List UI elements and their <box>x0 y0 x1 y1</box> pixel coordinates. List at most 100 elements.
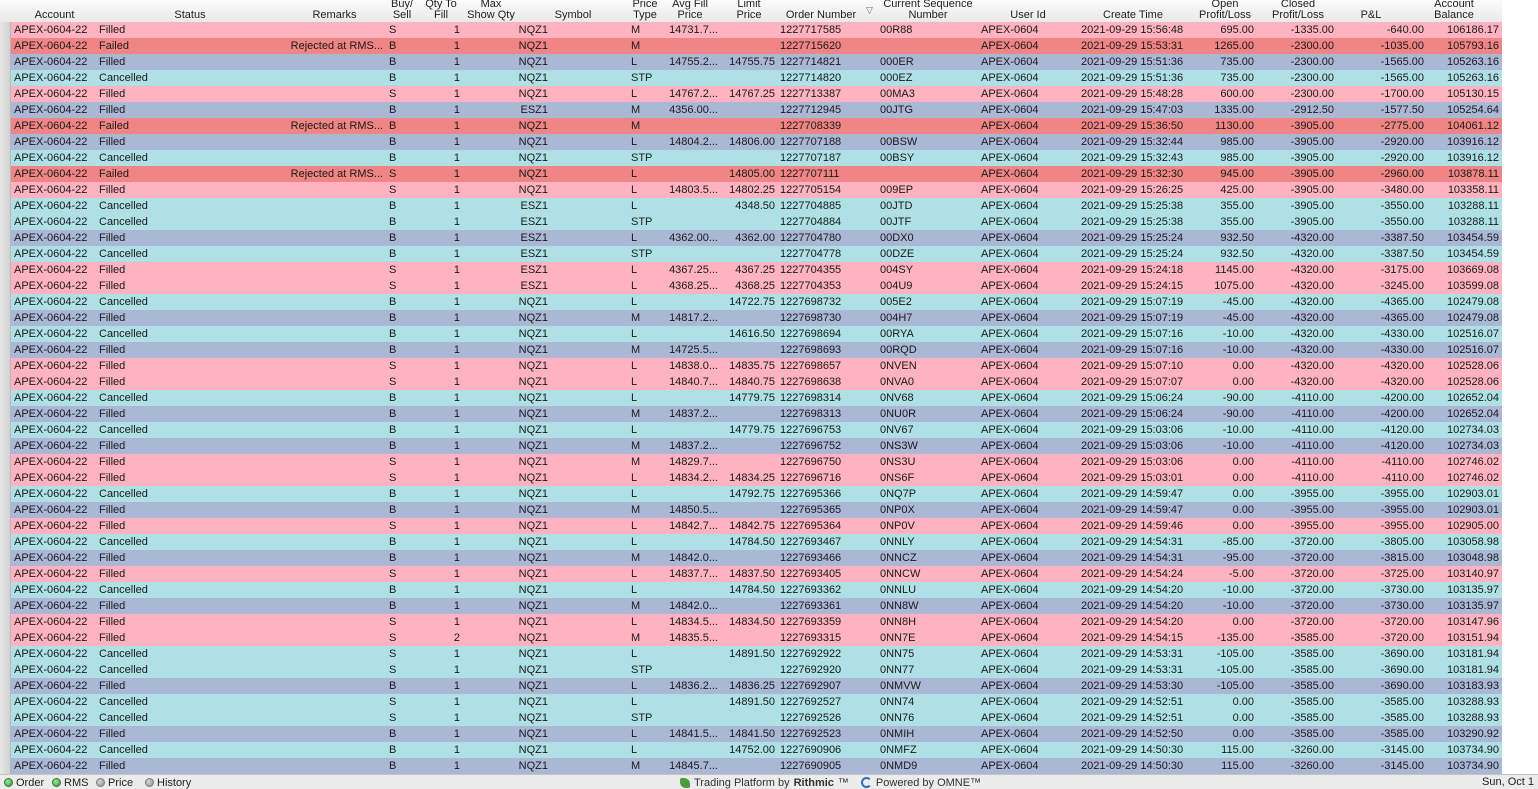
row-handle[interactable] <box>0 230 11 246</box>
table-row[interactable]: APEX-0604-22 Filled B 1 ESZ1 M 4356.00... 12277… <box>0 102 1502 118</box>
row-handle[interactable] <box>0 726 11 742</box>
table-row[interactable]: APEX-0604-22 Filled B 1 NQZ1 L 14841.5... 14841… <box>0 726 1502 742</box>
row-handle[interactable] <box>0 326 11 342</box>
row-handle[interactable] <box>0 342 11 358</box>
row-handle[interactable] <box>0 102 11 118</box>
table-row[interactable]: APEX-0604-22 Filled S 1 NQZ1 L 14840.7... 14840… <box>0 374 1502 390</box>
sort-descending-icon[interactable]: ▽ <box>866 5 873 16</box>
table-row[interactable]: APEX-0604-22 Filled B 1 NQZ1 M 14850.5... 12276… <box>0 502 1502 518</box>
row-handle[interactable] <box>0 694 11 710</box>
table-row[interactable]: APEX-0604-22 Cancelled S 1 NQZ1 L 14891.50 1227… <box>0 694 1502 710</box>
table-row[interactable]: APEX-0604-22 Cancelled S 1 NQZ1 STP 1227692920… <box>0 662 1502 678</box>
row-handle[interactable] <box>0 662 11 678</box>
row-handle[interactable] <box>0 422 11 438</box>
table-row[interactable]: APEX-0604-22 Cancelled B 1 NQZ1 STP 1227707187… <box>0 150 1502 166</box>
table-row[interactable]: APEX-0604-22 Filled S 1 NQZ1 L 14834.5... 14834… <box>0 614 1502 630</box>
table-row[interactable]: APEX-0604-22 Filled S 1 NQZ1 L 14842.7... 14842… <box>0 518 1502 534</box>
table-row[interactable]: APEX-0604-22 Cancelled B 1 NQZ1 L 14722.75 1227… <box>0 294 1502 310</box>
row-handle[interactable] <box>0 70 11 86</box>
row-handle[interactable] <box>0 710 11 726</box>
table-row[interactable]: APEX-0604-22 Failed Rejected at RMS... B 1 NQ… <box>0 118 1502 134</box>
row-handle[interactable] <box>0 438 11 454</box>
status-order[interactable]: Order <box>4 776 44 789</box>
table-row[interactable]: APEX-0604-22 Filled B 1 NQZ1 M 14845.7... 12276… <box>0 758 1502 774</box>
row-handle[interactable] <box>0 198 11 214</box>
header-account[interactable]: Account <box>12 0 97 22</box>
table-row[interactable]: APEX-0604-22 Filled B 1 NQZ1 L 14804.2... 14806… <box>0 134 1502 150</box>
table-row[interactable]: APEX-0604-22 Cancelled B 1 ESZ1 STP 1227704778… <box>0 246 1502 262</box>
row-handle[interactable] <box>0 406 11 422</box>
row-handle[interactable] <box>0 486 11 502</box>
row-handle[interactable] <box>0 262 11 278</box>
row-handle[interactable] <box>0 614 11 630</box>
table-row[interactable]: APEX-0604-22 Filled S 1 NQZ1 M 14829.7... 12276… <box>0 454 1502 470</box>
table-row[interactable]: APEX-0604-22 Cancelled B 1 NQZ1 L 14779.75 1227… <box>0 422 1502 438</box>
row-handle[interactable] <box>0 86 11 102</box>
header-price-type[interactable]: Price Type <box>628 0 662 22</box>
table-row[interactable]: APEX-0604-22 Filled B 1 NQZ1 M 14842.0... 12276… <box>0 550 1502 566</box>
table-row[interactable]: APEX-0604-22 Cancelled B 1 NQZ1 L 14784.50 1227… <box>0 582 1502 598</box>
header-pnl[interactable]: P&L <box>1336 0 1406 22</box>
row-handle[interactable] <box>0 374 11 390</box>
header-current-sequence-number[interactable]: Current Sequence Number <box>876 0 980 22</box>
table-row[interactable]: APEX-0604-22 Failed Rejected at RMS... B 1 NQ… <box>0 38 1502 54</box>
row-handle[interactable] <box>0 118 11 134</box>
table-row[interactable]: APEX-0604-22 Filled S 1 NQZ1 L 14838.0... 14835… <box>0 358 1502 374</box>
table-row[interactable]: APEX-0604-22 Filled S 1 NQZ1 L 14803.5... 14802… <box>0 182 1502 198</box>
row-handle[interactable] <box>0 758 11 774</box>
row-handle[interactable] <box>0 646 11 662</box>
row-handle[interactable] <box>0 742 11 758</box>
header-symbol[interactable]: Symbol <box>518 0 628 22</box>
row-handle[interactable] <box>0 470 11 486</box>
status-rms[interactable]: RMS <box>52 776 88 789</box>
row-handle[interactable] <box>0 294 11 310</box>
row-handle[interactable] <box>0 166 11 182</box>
row-handle[interactable] <box>0 630 11 646</box>
header-avg-fill-price[interactable]: Avg Fill Price <box>662 0 718 22</box>
table-row[interactable]: APEX-0604-22 Cancelled B 1 NQZ1 L 14752.00 1227… <box>0 742 1502 758</box>
header-status[interactable]: Status <box>97 0 283 22</box>
header-closed-profit-loss[interactable]: Closed Profit/Loss <box>1260 0 1336 22</box>
table-row[interactable]: APEX-0604-22 Filled S 1 NQZ1 L 14767.2... 14767… <box>0 86 1502 102</box>
header-user-id[interactable]: User Id <box>980 0 1076 22</box>
row-handle[interactable] <box>0 566 11 582</box>
table-row[interactable]: APEX-0604-22 Cancelled B 1 ESZ1 STP 1227704884… <box>0 214 1502 230</box>
table-row[interactable]: APEX-0604-22 Filled B 1 NQZ1 L 14836.2... 14836… <box>0 678 1502 694</box>
table-row[interactable]: APEX-0604-22 Filled S 1 ESZ1 L 4367.25... 4367.… <box>0 262 1502 278</box>
row-handle[interactable] <box>0 134 11 150</box>
table-row[interactable]: APEX-0604-22 Filled B 1 ESZ1 L 4362.00... 4362.… <box>0 230 1502 246</box>
row-handle[interactable] <box>0 550 11 566</box>
row-handle[interactable] <box>0 22 11 38</box>
row-handle[interactable] <box>0 278 11 294</box>
table-row[interactable]: APEX-0604-22 Filled S 1 NQZ1 M 14731.7... 12277… <box>0 22 1502 38</box>
row-handle[interactable] <box>0 678 11 694</box>
table-row[interactable]: APEX-0604-22 Filled S 1 NQZ1 L 14834.2... 14834… <box>0 470 1502 486</box>
table-row[interactable]: APEX-0604-22 Filled S 2 NQZ1 M 14835.5... 12276… <box>0 630 1502 646</box>
header-qty-to-fill[interactable]: Qty To Fill <box>418 0 464 22</box>
table-row[interactable]: APEX-0604-22 Filled B 1 NQZ1 M 14725.5... 12276… <box>0 342 1502 358</box>
table-row[interactable]: APEX-0604-22 Cancelled B 1 NQZ1 L 14792.75 1227… <box>0 486 1502 502</box>
table-row[interactable]: APEX-0604-22 Filled B 1 NQZ1 M 14817.2... 12276… <box>0 310 1502 326</box>
table-row[interactable]: APEX-0604-22 Cancelled B 1 ESZ1 L 4348.50 12277… <box>0 198 1502 214</box>
header-max-show-qty[interactable]: Max Show Qty <box>464 0 518 22</box>
table-row[interactable]: APEX-0604-22 Filled S 1 NQZ1 L 14837.7... 14837… <box>0 566 1502 582</box>
row-handle[interactable] <box>0 454 11 470</box>
row-handle[interactable] <box>0 518 11 534</box>
row-handle[interactable] <box>0 582 11 598</box>
header-order-number[interactable]: Order Number <box>780 0 862 22</box>
row-handle[interactable] <box>0 182 11 198</box>
table-row[interactable]: APEX-0604-22 Filled B 1 NQZ1 M 14837.2... 12276… <box>0 406 1502 422</box>
table-row[interactable]: APEX-0604-22 Filled B 1 NQZ1 M 14842.0... 12276… <box>0 598 1502 614</box>
table-row[interactable]: APEX-0604-22 Cancelled B 1 NQZ1 STP 1227714820… <box>0 70 1502 86</box>
row-handle[interactable] <box>0 598 11 614</box>
row-handle[interactable] <box>0 310 11 326</box>
header-create-time[interactable]: Create Time <box>1076 0 1190 22</box>
table-row[interactable]: APEX-0604-22 Filled B 1 NQZ1 L 14755.2... 14755… <box>0 54 1502 70</box>
table-row[interactable]: APEX-0604-22 Filled S 1 ESZ1 L 4368.25... 4368.… <box>0 278 1502 294</box>
header-account-balance[interactable]: Account Balance <box>1406 0 1502 22</box>
header-limit-price[interactable]: Limit Price <box>718 0 780 22</box>
header-open-profit-loss[interactable]: Open Profit/Loss <box>1190 0 1260 22</box>
table-row[interactable]: APEX-0604-22 Filled B 1 NQZ1 M 14837.2... 12276… <box>0 438 1502 454</box>
row-handle[interactable] <box>0 54 11 70</box>
table-row[interactable]: APEX-0604-22 Cancelled B 1 NQZ1 L 14779.75 1227… <box>0 390 1502 406</box>
